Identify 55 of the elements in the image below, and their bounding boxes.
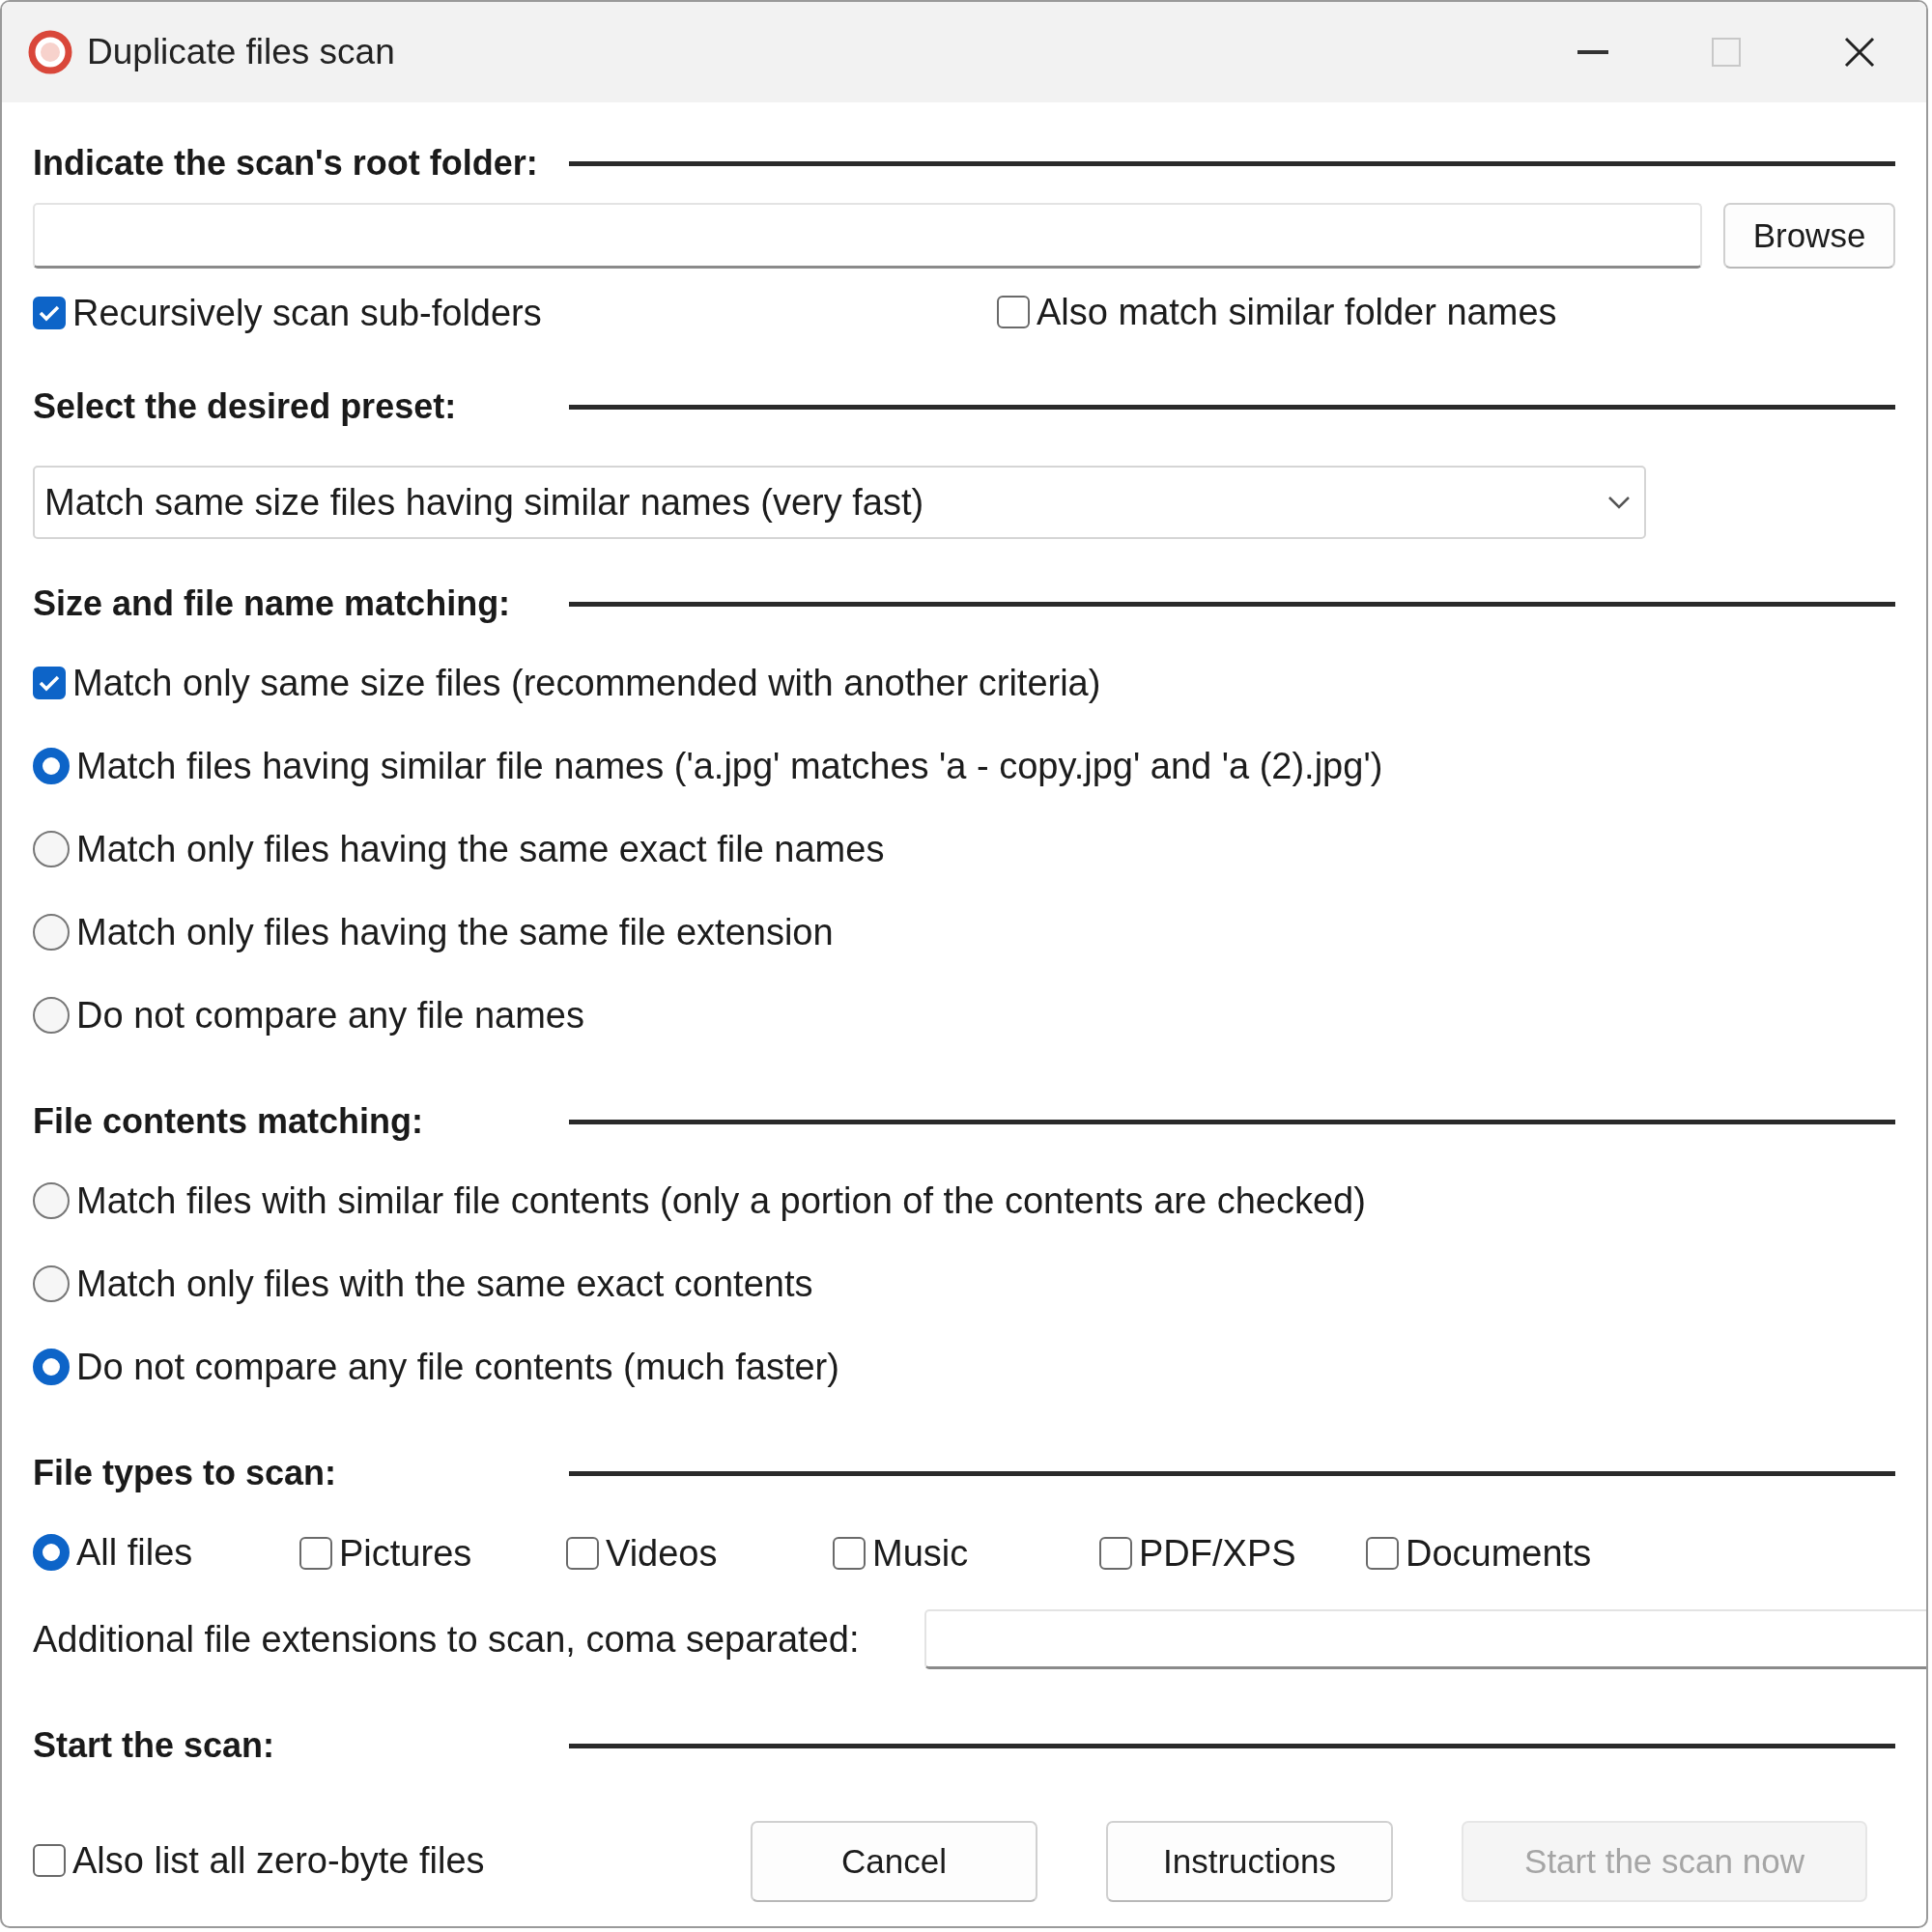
radio-button[interactable] [33, 831, 70, 867]
section-heading: Size and file name matching: [33, 583, 512, 624]
radio-button[interactable] [33, 1534, 70, 1571]
checkmark-icon [39, 304, 60, 322]
field-label: Additional file extensions to scan, coma separated: [33, 1618, 861, 1661]
radio-button[interactable] [33, 748, 70, 784]
option-label[interactable]: Documents [1406, 1535, 1592, 1572]
radio-button[interactable] [33, 1349, 70, 1385]
option-label[interactable]: Match files having similar file names ('a.jpg' matches 'a - copy.jpg' and 'a (2).jpg') [76, 748, 1383, 784]
extensions-field[interactable] [924, 1609, 1926, 1669]
option-label[interactable]: Match files with similar file contents (only a portion of the contents are checked) [76, 1182, 1366, 1219]
checkbox[interactable] [33, 667, 66, 699]
button[interactable]: Instructions [1106, 1821, 1393, 1902]
checkbox[interactable] [33, 297, 66, 329]
minimize-icon[interactable] [1577, 49, 1608, 55]
option-label[interactable]: Match only same size files (recommended with another criteria) [72, 665, 1101, 701]
section-heading: Indicate the scan's root folder: [33, 143, 539, 184]
option-label[interactable]: Match only files having the same exact file names [76, 831, 885, 867]
checkbox[interactable] [1099, 1537, 1132, 1570]
button[interactable]: Cancel [751, 1821, 1037, 1902]
dropdown-value: Match same size files having similar names (very fast) [44, 481, 924, 524]
folder-field[interactable] [33, 203, 1702, 269]
section-heading: File types to scan: [33, 1453, 338, 1493]
checkbox[interactable] [33, 1844, 66, 1877]
option-label[interactable]: Also match similar folder names [1037, 294, 1557, 330]
radio-button[interactable] [33, 1182, 70, 1219]
option-label[interactable]: Do not compare any file names [76, 997, 584, 1034]
checkbox[interactable] [566, 1537, 599, 1570]
app-icon [27, 29, 73, 75]
checkbox[interactable] [997, 296, 1030, 328]
option-label[interactable]: Do not compare any file contents (much faster) [76, 1349, 839, 1385]
section-heading: Select the desired preset: [33, 386, 458, 427]
radio-button[interactable] [33, 997, 70, 1034]
checkmark-icon [39, 674, 60, 692]
preset-dropdown[interactable]: Match same size files having similar names (very fast) [33, 466, 1646, 539]
section-heading: Start the scan: [33, 1725, 276, 1766]
option-label[interactable]: Match only files having the same file extension [76, 914, 834, 951]
option-label[interactable]: Music [872, 1535, 969, 1572]
option-label[interactable]: Pictures [339, 1535, 472, 1572]
radio-button[interactable] [33, 914, 70, 951]
close-icon[interactable] [1844, 37, 1875, 68]
option-label[interactable]: All files [76, 1534, 193, 1571]
option-label[interactable]: Also list all zero-byte files [72, 1842, 485, 1879]
option-label[interactable]: PDF/XPS [1139, 1535, 1296, 1572]
option-label[interactable]: Videos [606, 1535, 718, 1572]
checkbox[interactable] [833, 1537, 866, 1570]
checkbox[interactable] [299, 1537, 332, 1570]
window-title: Duplicate files scan [87, 32, 396, 72]
option-label[interactable]: Match only files with the same exact contents [76, 1265, 813, 1302]
chevron-down-icon [1607, 496, 1631, 509]
option-label[interactable]: Recursively scan sub-folders [72, 295, 542, 331]
radio-button[interactable] [33, 1265, 70, 1302]
section-heading: File contents matching: [33, 1101, 425, 1142]
checkbox[interactable] [1366, 1537, 1399, 1570]
button[interactable]: Browse [1723, 203, 1895, 269]
